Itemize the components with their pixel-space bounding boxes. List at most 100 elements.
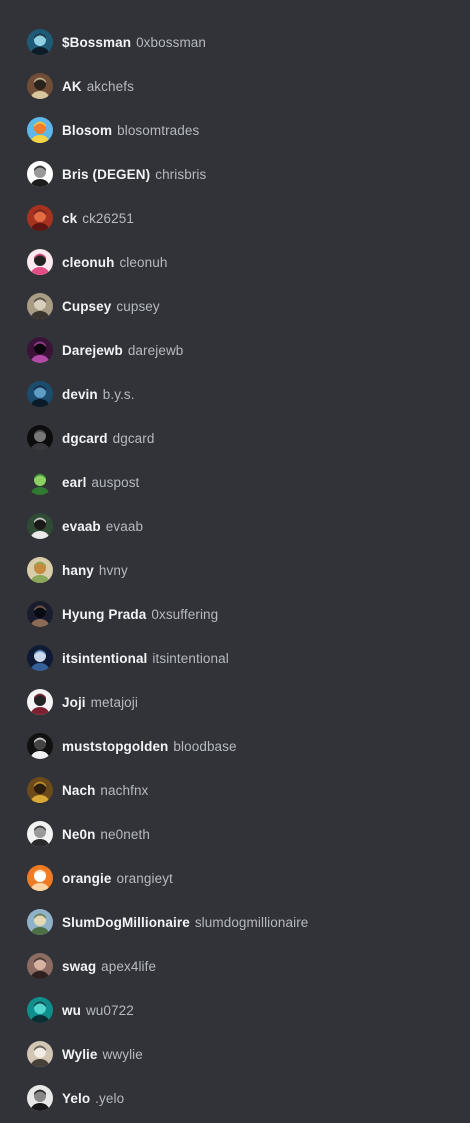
display-name: Bris (DEGEN): [62, 166, 151, 182]
avatar[interactable]: [27, 117, 53, 143]
username: blosomtrades: [117, 122, 200, 138]
display-name: AK: [62, 78, 82, 94]
display-name: Cupsey: [62, 298, 112, 314]
avatar[interactable]: [27, 601, 53, 627]
member-row[interactable]: Nach nachfnx: [0, 768, 470, 812]
avatar[interactable]: [27, 645, 53, 671]
avatar[interactable]: [27, 425, 53, 451]
username: ck26251: [82, 210, 134, 226]
avatar[interactable]: [27, 909, 53, 935]
member-row[interactable]: Darejewb darejewb: [0, 328, 470, 372]
avatar[interactable]: [27, 73, 53, 99]
display-name: muststopgolden: [62, 738, 169, 754]
username: cupsey: [116, 298, 160, 314]
display-name: swag: [62, 958, 97, 974]
bossman-avatar-icon: [27, 29, 53, 55]
display-name: cleonuh: [62, 254, 115, 270]
display-name: evaab: [62, 518, 101, 534]
username: itsintentional: [152, 650, 229, 666]
username: .yelo: [95, 1090, 125, 1106]
username: darejewb: [127, 342, 184, 358]
username: nachfnx: [100, 782, 149, 798]
nach-avatar-icon: [27, 777, 53, 803]
avatar[interactable]: [27, 469, 53, 495]
username: hvny: [98, 562, 128, 578]
member-row[interactable]: Cupsey cupsey: [0, 284, 470, 328]
avatar[interactable]: [27, 733, 53, 759]
member-row[interactable]: wu wu0722: [0, 988, 470, 1032]
member-row[interactable]: ck ck26251: [0, 196, 470, 240]
avatar[interactable]: [27, 953, 53, 979]
avatar[interactable]: [27, 161, 53, 187]
avatar[interactable]: [27, 205, 53, 231]
member-row[interactable]: itsintentional itsintentional: [0, 636, 470, 680]
avatar[interactable]: [27, 997, 53, 1023]
member-row[interactable]: cleonuh cleonuh: [0, 240, 470, 284]
member-list: $Bossman 0xbossman AK akchefs Blosom blo…: [0, 0, 470, 1123]
display-name: Blosom: [62, 122, 113, 138]
avatar[interactable]: [27, 337, 53, 363]
avatar[interactable]: [27, 381, 53, 407]
member-row[interactable]: dgcard dgcard: [0, 416, 470, 460]
username: cleonuh: [119, 254, 168, 270]
member-row[interactable]: Blosom blosomtrades: [0, 108, 470, 152]
member-row[interactable]: Ne0n ne0neth: [0, 812, 470, 856]
avatar[interactable]: [27, 249, 53, 275]
avatar[interactable]: [27, 865, 53, 891]
member-row[interactable]: muststopgolden bloodbase: [0, 724, 470, 768]
avatar[interactable]: [27, 777, 53, 803]
member-row[interactable]: orangie orangieyt: [0, 856, 470, 900]
devin-avatar-icon: [27, 381, 53, 407]
member-row[interactable]: Yelo .yelo: [0, 1076, 470, 1120]
cleonuh-avatar-icon: [27, 249, 53, 275]
member-row[interactable]: hany hvny: [0, 548, 470, 592]
member-row[interactable]: $Bossman 0xbossman: [0, 20, 470, 64]
username: orangieyt: [116, 870, 173, 886]
avatar[interactable]: [27, 1085, 53, 1111]
wu-avatar-icon: [27, 997, 53, 1023]
hyung-prada-avatar-icon: [27, 601, 53, 627]
display-name: wu: [62, 1002, 81, 1018]
display-name: devin: [62, 386, 98, 402]
joji-avatar-icon: [27, 689, 53, 715]
username: dgcard: [112, 430, 155, 446]
orangie-avatar-icon: [27, 865, 53, 891]
member-row[interactable]: devin b.y.s.: [0, 372, 470, 416]
itsintentional-avatar-icon: [27, 645, 53, 671]
avatar[interactable]: [27, 513, 53, 539]
display-name: Darejewb: [62, 342, 123, 358]
member-row[interactable]: evaab evaab: [0, 504, 470, 548]
member-row[interactable]: Joji metajoji: [0, 680, 470, 724]
avatar[interactable]: [27, 689, 53, 715]
avatar[interactable]: [27, 557, 53, 583]
member-row[interactable]: Wylie wwylie: [0, 1032, 470, 1076]
member-row[interactable]: Bris (DEGEN) chrisbris: [0, 152, 470, 196]
yelo-avatar-icon: [27, 1085, 53, 1111]
blosom-avatar-icon: [27, 117, 53, 143]
ck-avatar-icon: [27, 205, 53, 231]
username: metajoji: [90, 694, 138, 710]
swag-avatar-icon: [27, 953, 53, 979]
avatar[interactable]: [27, 29, 53, 55]
slumdog-avatar-icon: [27, 909, 53, 935]
member-row[interactable]: SlumDogMillionaire slumdogmillionaire: [0, 900, 470, 944]
username: b.y.s.: [102, 386, 135, 402]
member-row[interactable]: swag apex4life: [0, 944, 470, 988]
hany-avatar-icon: [27, 557, 53, 583]
member-row[interactable]: earl auspost: [0, 460, 470, 504]
username: auspost: [91, 474, 140, 490]
display-name: $Bossman: [62, 34, 132, 50]
evaab-avatar-icon: [27, 513, 53, 539]
member-row[interactable]: AK akchefs: [0, 64, 470, 108]
username: slumdogmillionaire: [194, 914, 309, 930]
cupsey-avatar-icon: [27, 293, 53, 319]
ak-avatar-icon: [27, 73, 53, 99]
avatar[interactable]: [27, 821, 53, 847]
avatar[interactable]: [27, 293, 53, 319]
username: wu0722: [85, 1002, 134, 1018]
display-name: dgcard: [62, 430, 108, 446]
ne0n-avatar-icon: [27, 821, 53, 847]
member-row[interactable]: Hyung Prada 0xsuffering: [0, 592, 470, 636]
avatar[interactable]: [27, 1041, 53, 1067]
display-name: Joji: [62, 694, 86, 710]
